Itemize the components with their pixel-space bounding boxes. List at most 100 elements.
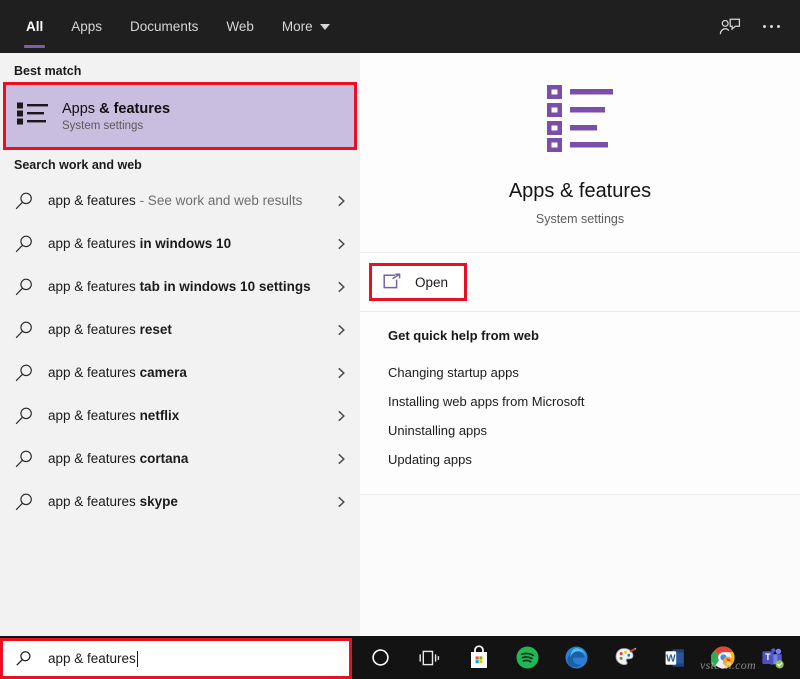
best-match-title: Apps & features bbox=[62, 100, 170, 118]
suggestion-list: app & features - See work and web result… bbox=[0, 179, 360, 523]
person-feedback-icon[interactable] bbox=[719, 17, 741, 37]
suggestion-prefix: app & features bbox=[48, 321, 140, 337]
search-icon bbox=[15, 650, 32, 667]
suggestion-item[interactable]: app & features netflix bbox=[0, 394, 360, 437]
suggestion-prefix: app & features bbox=[48, 192, 136, 208]
suggestion-prefix: app & features bbox=[48, 364, 140, 380]
tab-web-label: Web bbox=[226, 19, 254, 34]
search-filter-bar: All Apps Documents Web More bbox=[0, 0, 800, 53]
preview-panel: Apps & features System settings Open Get… bbox=[360, 53, 800, 636]
cortana-icon[interactable] bbox=[356, 636, 405, 679]
preview-subtitle: System settings bbox=[535, 212, 625, 226]
google-chrome-icon[interactable] bbox=[699, 636, 748, 679]
tab-apps[interactable]: Apps bbox=[57, 0, 116, 53]
search-icon bbox=[14, 406, 34, 426]
best-match-result[interactable]: Apps & features System settings bbox=[3, 82, 357, 150]
microsoft-store-icon[interactable] bbox=[454, 636, 503, 679]
suggestion-label: app & features skype bbox=[48, 492, 326, 511]
search-icon bbox=[14, 234, 34, 254]
taskbar-items: W T bbox=[356, 636, 797, 679]
apps-list-icon-large bbox=[537, 81, 623, 153]
chevron-down-icon bbox=[319, 23, 330, 30]
suggestion-item[interactable]: app & features reset bbox=[0, 308, 360, 351]
suggestion-prefix: app & features bbox=[48, 407, 140, 423]
search-icon bbox=[14, 363, 34, 383]
tab-active-underline bbox=[24, 45, 46, 48]
chevron-right-icon[interactable] bbox=[334, 452, 348, 466]
more-dots-icon[interactable] bbox=[762, 24, 780, 29]
suggestion-suffix: netflix bbox=[139, 407, 180, 423]
suggestion-item[interactable]: app & features camera bbox=[0, 351, 360, 394]
suggestion-prefix: app & features bbox=[48, 493, 140, 509]
search-work-web-header: Search work and web bbox=[14, 158, 142, 172]
tab-more[interactable]: More bbox=[268, 0, 344, 53]
suggestion-item[interactable]: app & features cortana bbox=[0, 437, 360, 480]
search-results-body: Best match Apps & features System settin… bbox=[0, 53, 800, 636]
best-match-container: Apps & features System settings bbox=[0, 82, 360, 150]
open-button-label: Open bbox=[415, 274, 449, 290]
suggestion-prefix: app & features bbox=[48, 278, 140, 294]
chevron-right-icon[interactable] bbox=[334, 237, 348, 251]
suggestion-label: app & features cortana bbox=[48, 449, 326, 468]
best-match-header: Best match bbox=[14, 64, 82, 78]
chevron-right-icon[interactable] bbox=[334, 280, 348, 294]
suggestion-suffix: tab in windows 10 settings bbox=[139, 278, 311, 294]
tab-documents[interactable]: Documents bbox=[116, 0, 212, 53]
tab-all-label: All bbox=[26, 19, 44, 34]
preview-actions-card: Open bbox=[360, 253, 800, 312]
svg-text:W: W bbox=[666, 653, 676, 664]
quick-help-links: Changing startup apps Installing web apps… bbox=[388, 358, 800, 474]
suggestion-label: app & features reset bbox=[48, 320, 326, 339]
quick-help-link[interactable]: Installing web apps from Microsoft bbox=[388, 387, 800, 416]
suggestion-item[interactable]: app & features in windows 10 bbox=[0, 222, 360, 265]
suggestion-suffix: in windows 10 bbox=[139, 235, 232, 251]
task-view-icon[interactable] bbox=[405, 636, 454, 679]
chevron-right-icon[interactable] bbox=[334, 409, 348, 423]
text-cursor bbox=[136, 650, 138, 667]
results-list-panel: Best match Apps & features System settin… bbox=[0, 53, 360, 636]
chevron-right-icon[interactable] bbox=[334, 194, 348, 208]
microsoft-teams-icon[interactable]: T bbox=[748, 636, 797, 679]
tab-web[interactable]: Web bbox=[212, 0, 268, 53]
search-icon bbox=[14, 191, 34, 211]
chevron-right-icon[interactable] bbox=[334, 495, 348, 509]
chevron-right-icon[interactable] bbox=[334, 366, 348, 380]
quick-help-link[interactable]: Updating apps bbox=[388, 445, 800, 474]
suggestion-item[interactable]: app & features skype bbox=[0, 480, 360, 523]
filter-tabs: All Apps Documents Web More bbox=[0, 0, 344, 53]
chevron-right-icon[interactable] bbox=[334, 323, 348, 337]
svg-text:T: T bbox=[765, 652, 771, 662]
search-input-value: app & features bbox=[48, 651, 136, 666]
preview-title: Apps & features bbox=[508, 180, 652, 202]
quick-help-link[interactable]: Uninstalling apps bbox=[388, 416, 800, 445]
paint-icon[interactable] bbox=[601, 636, 650, 679]
search-icon bbox=[14, 320, 34, 340]
suggestion-suffix: skype bbox=[139, 493, 178, 509]
best-match-subtitle: System settings bbox=[62, 120, 144, 133]
apps-list-icon bbox=[16, 101, 50, 131]
taskbar-search-box[interactable]: app & features bbox=[0, 638, 352, 679]
tab-all[interactable]: All bbox=[12, 0, 57, 53]
tab-apps-label: Apps bbox=[71, 19, 103, 34]
topbar-actions bbox=[719, 0, 800, 53]
suggestion-suffix: - See work and web results bbox=[135, 192, 303, 208]
tab-documents-label: Documents bbox=[130, 19, 199, 34]
microsoft-edge-icon[interactable] bbox=[552, 636, 601, 679]
external-link-icon bbox=[382, 273, 402, 291]
suggestion-prefix: app & features bbox=[48, 235, 140, 251]
suggestion-label: app & features in windows 10 bbox=[48, 234, 326, 253]
quick-help-header: Get quick help from web bbox=[388, 328, 539, 343]
preview-hero-card: Apps & features System settings bbox=[360, 53, 800, 253]
search-icon bbox=[14, 277, 34, 297]
suggestion-item[interactable]: app & features tab in windows 10 setting… bbox=[0, 265, 360, 308]
quick-help-card: Get quick help from web Changing startup… bbox=[360, 312, 800, 495]
suggestion-item[interactable]: app & features - See work and web result… bbox=[0, 179, 360, 222]
quick-help-link[interactable]: Changing startup apps bbox=[388, 358, 800, 387]
suggestion-label: app & features camera bbox=[48, 363, 326, 382]
microsoft-word-icon[interactable]: W bbox=[650, 636, 699, 679]
best-match-title-prefix: Apps bbox=[62, 100, 100, 117]
search-icon bbox=[14, 449, 34, 469]
open-button[interactable]: Open bbox=[368, 263, 468, 301]
spotify-icon[interactable] bbox=[503, 636, 552, 679]
best-match-title-bold: & features bbox=[99, 100, 171, 117]
